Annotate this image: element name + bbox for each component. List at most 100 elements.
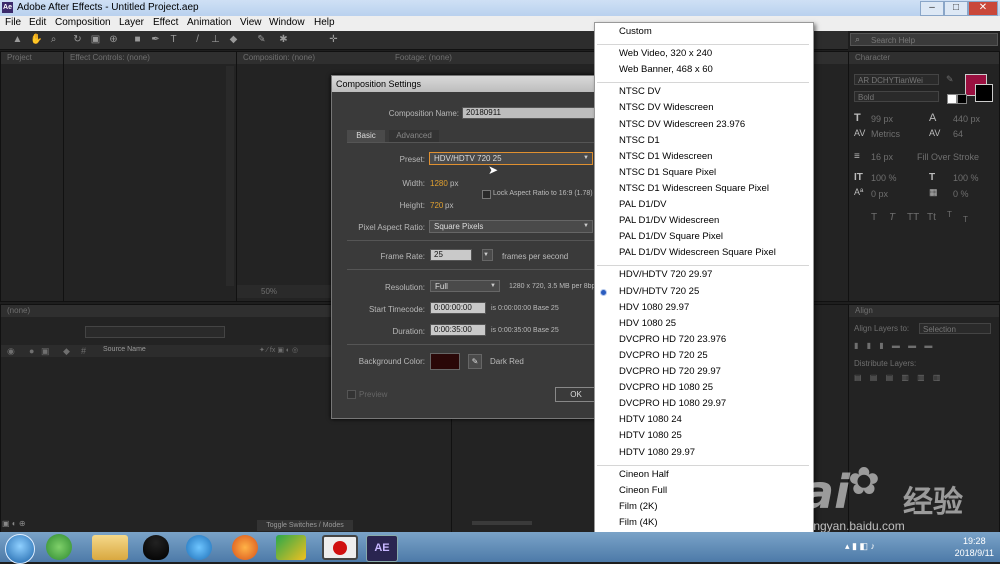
preset-option[interactable]: Cineon Half <box>619 469 669 480</box>
all-caps-button[interactable]: TT <box>907 212 919 223</box>
menu-window[interactable]: Window <box>269 17 305 28</box>
eye-icon[interactable]: ◉ <box>7 346 15 357</box>
footage-tab[interactable]: Footage: (none) <box>395 52 452 64</box>
font-size-value[interactable]: 99 px <box>871 114 893 124</box>
resolution-select[interactable]: Full ▼ <box>430 280 500 292</box>
preset-option[interactable]: HDTV 1080 25 <box>619 430 682 441</box>
preset-option[interactable]: NTSC DV Widescreen 23.976 <box>619 119 745 130</box>
minimize-button[interactable]: – <box>920 1 944 16</box>
puppet-tool-icon[interactable]: ✱ <box>278 34 289 45</box>
menu-view[interactable]: View <box>240 17 262 28</box>
brush-tool-icon[interactable]: / <box>192 34 203 45</box>
layer-switches-icons[interactable]: ✦ ⁄ fx ▣ ◐ ◎ <box>259 346 298 354</box>
eyedropper-icon[interactable]: ✎ <box>468 354 482 369</box>
toggle-switches-modes-button[interactable]: Toggle Switches / Modes <box>257 520 353 531</box>
menu-edit[interactable]: Edit <box>29 17 46 28</box>
preset-option[interactable]: PAL D1/DV Widescreen <box>619 215 719 226</box>
tab-advanced[interactable]: Advanced <box>389 130 439 142</box>
composition-name-input[interactable]: 20180911 <box>462 107 597 119</box>
width-value[interactable]: 1280 <box>430 179 448 188</box>
preset-option[interactable]: Film (4K) <box>619 517 658 528</box>
preset-option[interactable]: Web Video, 320 x 240 <box>619 48 712 59</box>
maximize-button[interactable]: □ <box>944 1 968 16</box>
green-app-icon[interactable] <box>276 535 306 560</box>
zoom-tool-icon[interactable]: ⌕ <box>48 34 59 45</box>
axis-mode-icon[interactable]: ✛ <box>328 34 339 45</box>
preset-option[interactable]: Web Banner, 468 x 60 <box>619 64 713 75</box>
firefox-icon[interactable] <box>232 535 258 560</box>
ok-button[interactable]: OK <box>555 387 597 402</box>
black-swatch[interactable] <box>957 94 967 104</box>
project-tab[interactable]: Project <box>1 52 63 64</box>
stroke-type-select[interactable]: Fill Over Stroke <box>917 152 979 162</box>
white-swatch[interactable] <box>947 94 957 104</box>
tracking-value[interactable]: 64 <box>953 129 963 139</box>
preset-option[interactable]: NTSC D1 Widescreen Square Pixel <box>619 183 769 194</box>
align-layers-to-select[interactable]: Selection <box>919 323 991 334</box>
superscript-button[interactable]: T <box>947 210 952 219</box>
menu-help[interactable]: Help <box>314 17 335 28</box>
horizontal-scale-value[interactable]: 100 % <box>953 173 979 183</box>
label-tag-icon[interactable]: ◆ <box>63 346 70 357</box>
preset-option[interactable]: PAL D1/DV Square Pixel <box>619 231 723 242</box>
preset-option[interactable]: Cineon Full <box>619 485 667 496</box>
lock-aspect-ratio-checkbox[interactable] <box>482 190 491 199</box>
lock-icon[interactable]: ▣ <box>41 346 50 357</box>
preset-option[interactable]: DVCPRO HD 720 29.97 <box>619 366 721 377</box>
pen-tool-icon[interactable]: ✒ <box>150 34 161 45</box>
preset-option[interactable]: HDV/HDTV 720 25 <box>619 286 699 297</box>
menu-effect[interactable]: Effect <box>153 17 178 28</box>
timeline-zoom-slider[interactable] <box>472 521 532 525</box>
close-button[interactable]: ✕ <box>968 1 998 16</box>
type-tool-icon[interactable]: T <box>168 34 179 45</box>
rectangle-tool-icon[interactable]: ■ <box>132 34 143 45</box>
timeline-search-input[interactable] <box>85 326 225 338</box>
preset-option[interactable]: NTSC D1 Square Pixel <box>619 167 716 178</box>
menu-layer[interactable]: Layer <box>119 17 144 28</box>
distribute-buttons-row[interactable]: ▤ ▤ ▤ ▥ ▥ ▥ <box>854 373 943 382</box>
frame-rate-input[interactable]: 25 <box>430 249 472 261</box>
preset-option[interactable]: HDTV 1080 29.97 <box>619 447 695 458</box>
kerning-value[interactable]: Metrics <box>871 129 900 139</box>
preset-select[interactable]: HDV/HDTV 720 25 ▼ <box>429 152 593 165</box>
camera-tool-icon[interactable]: ▣ <box>90 34 101 45</box>
preset-option[interactable]: DVCPRO HD 720 23.976 <box>619 334 726 345</box>
font-style-select[interactable]: Bold <box>854 91 939 102</box>
effect-controls-scrollbar[interactable] <box>226 66 234 286</box>
preset-option[interactable]: HDV 1080 29.97 <box>619 302 689 313</box>
eyedropper-icon[interactable]: ✎ <box>946 74 954 85</box>
preset-option[interactable]: NTSC DV Widescreen <box>619 102 714 113</box>
menu-animation[interactable]: Animation <box>187 17 231 28</box>
preset-option[interactable]: NTSC DV <box>619 86 661 97</box>
stroke-color-swatch[interactable] <box>975 84 993 102</box>
preset-option[interactable]: PAL D1/DV Widescreen Square Pixel <box>619 247 776 258</box>
tab-basic[interactable]: Basic <box>347 130 385 142</box>
360-browser-icon[interactable] <box>46 534 72 560</box>
timeline-footer-icons[interactable]: ▣ ◐ ⊕ <box>2 519 62 531</box>
align-buttons-row[interactable]: ▮ ▮ ▮ ▬ ▬ ▬ <box>854 341 935 350</box>
record-app-icon[interactable] <box>322 535 358 560</box>
preview-checkbox[interactable] <box>347 390 356 399</box>
source-name-header[interactable]: Source Name <box>103 346 146 353</box>
solo-icon[interactable]: ● <box>29 346 34 356</box>
preset-option[interactable]: DVCPRO HD 1080 25 <box>619 382 713 393</box>
start-button[interactable] <box>5 534 35 564</box>
preset-option[interactable]: DVCPRO HD 1080 29.97 <box>619 398 726 409</box>
preset-option[interactable]: NTSC D1 <box>619 135 660 146</box>
character-tab[interactable]: Character <box>849 52 999 64</box>
rotate-tool-icon[interactable]: ↻ <box>72 34 83 45</box>
preset-option[interactable]: PAL D1/DV <box>619 199 667 210</box>
baseline-shift-value[interactable]: 0 px <box>871 189 888 199</box>
faux-italic-button[interactable]: T <box>889 212 895 223</box>
clone-stamp-tool-icon[interactable]: ⊥ <box>210 34 221 45</box>
start-timecode-input[interactable]: 0:00:00:00 <box>430 302 486 314</box>
hand-tool-icon[interactable]: ✋ <box>30 34 42 45</box>
search-help-input[interactable]: Search Help <box>850 33 998 46</box>
faux-bold-button[interactable]: T <box>871 212 877 223</box>
preset-option[interactable]: NTSC D1 Widescreen <box>619 151 712 162</box>
preset-option[interactable]: Custom <box>619 26 652 37</box>
effect-controls-tab[interactable]: Effect Controls: (none) <box>64 52 236 64</box>
system-clock[interactable]: 19:28 2018/9/11 <box>955 535 994 559</box>
leading-value[interactable]: 440 px <box>953 114 980 124</box>
eraser-tool-icon[interactable]: ◆ <box>228 34 239 45</box>
